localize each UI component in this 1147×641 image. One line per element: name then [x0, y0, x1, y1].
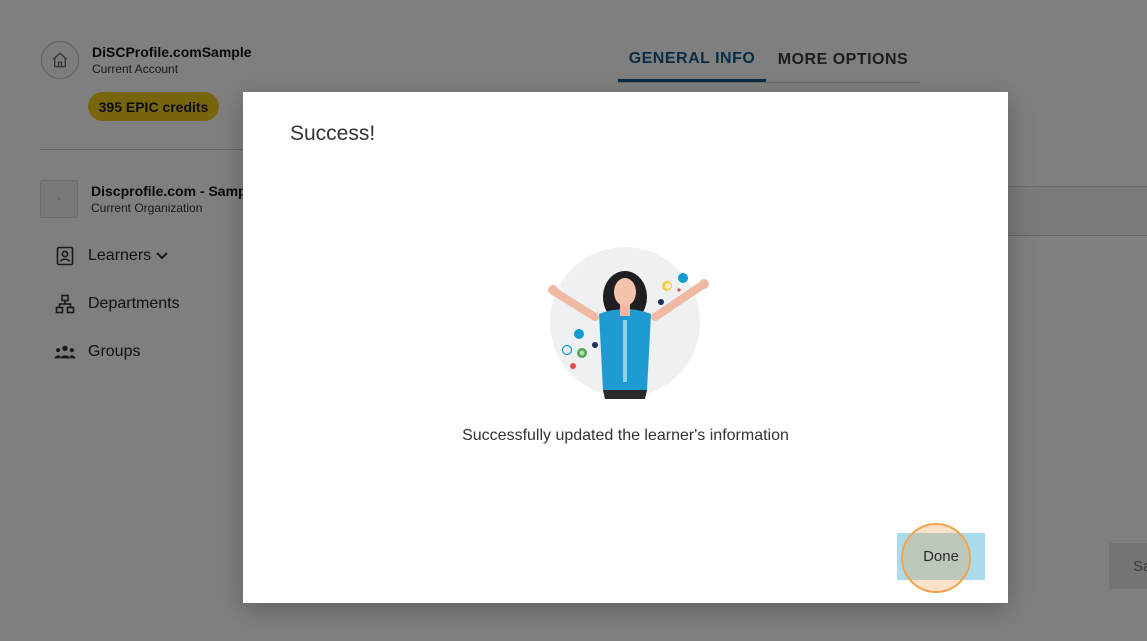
done-button-label: Done: [923, 548, 959, 565]
celebration-illustration: [548, 247, 709, 399]
dialog-message: Successfully updated the learner's infor…: [462, 427, 789, 444]
done-button[interactable]: Done: [897, 533, 985, 580]
success-dialog: Success! Successfully updated the learne…: [243, 92, 1008, 603]
dialog-title: Success!: [290, 122, 376, 145]
